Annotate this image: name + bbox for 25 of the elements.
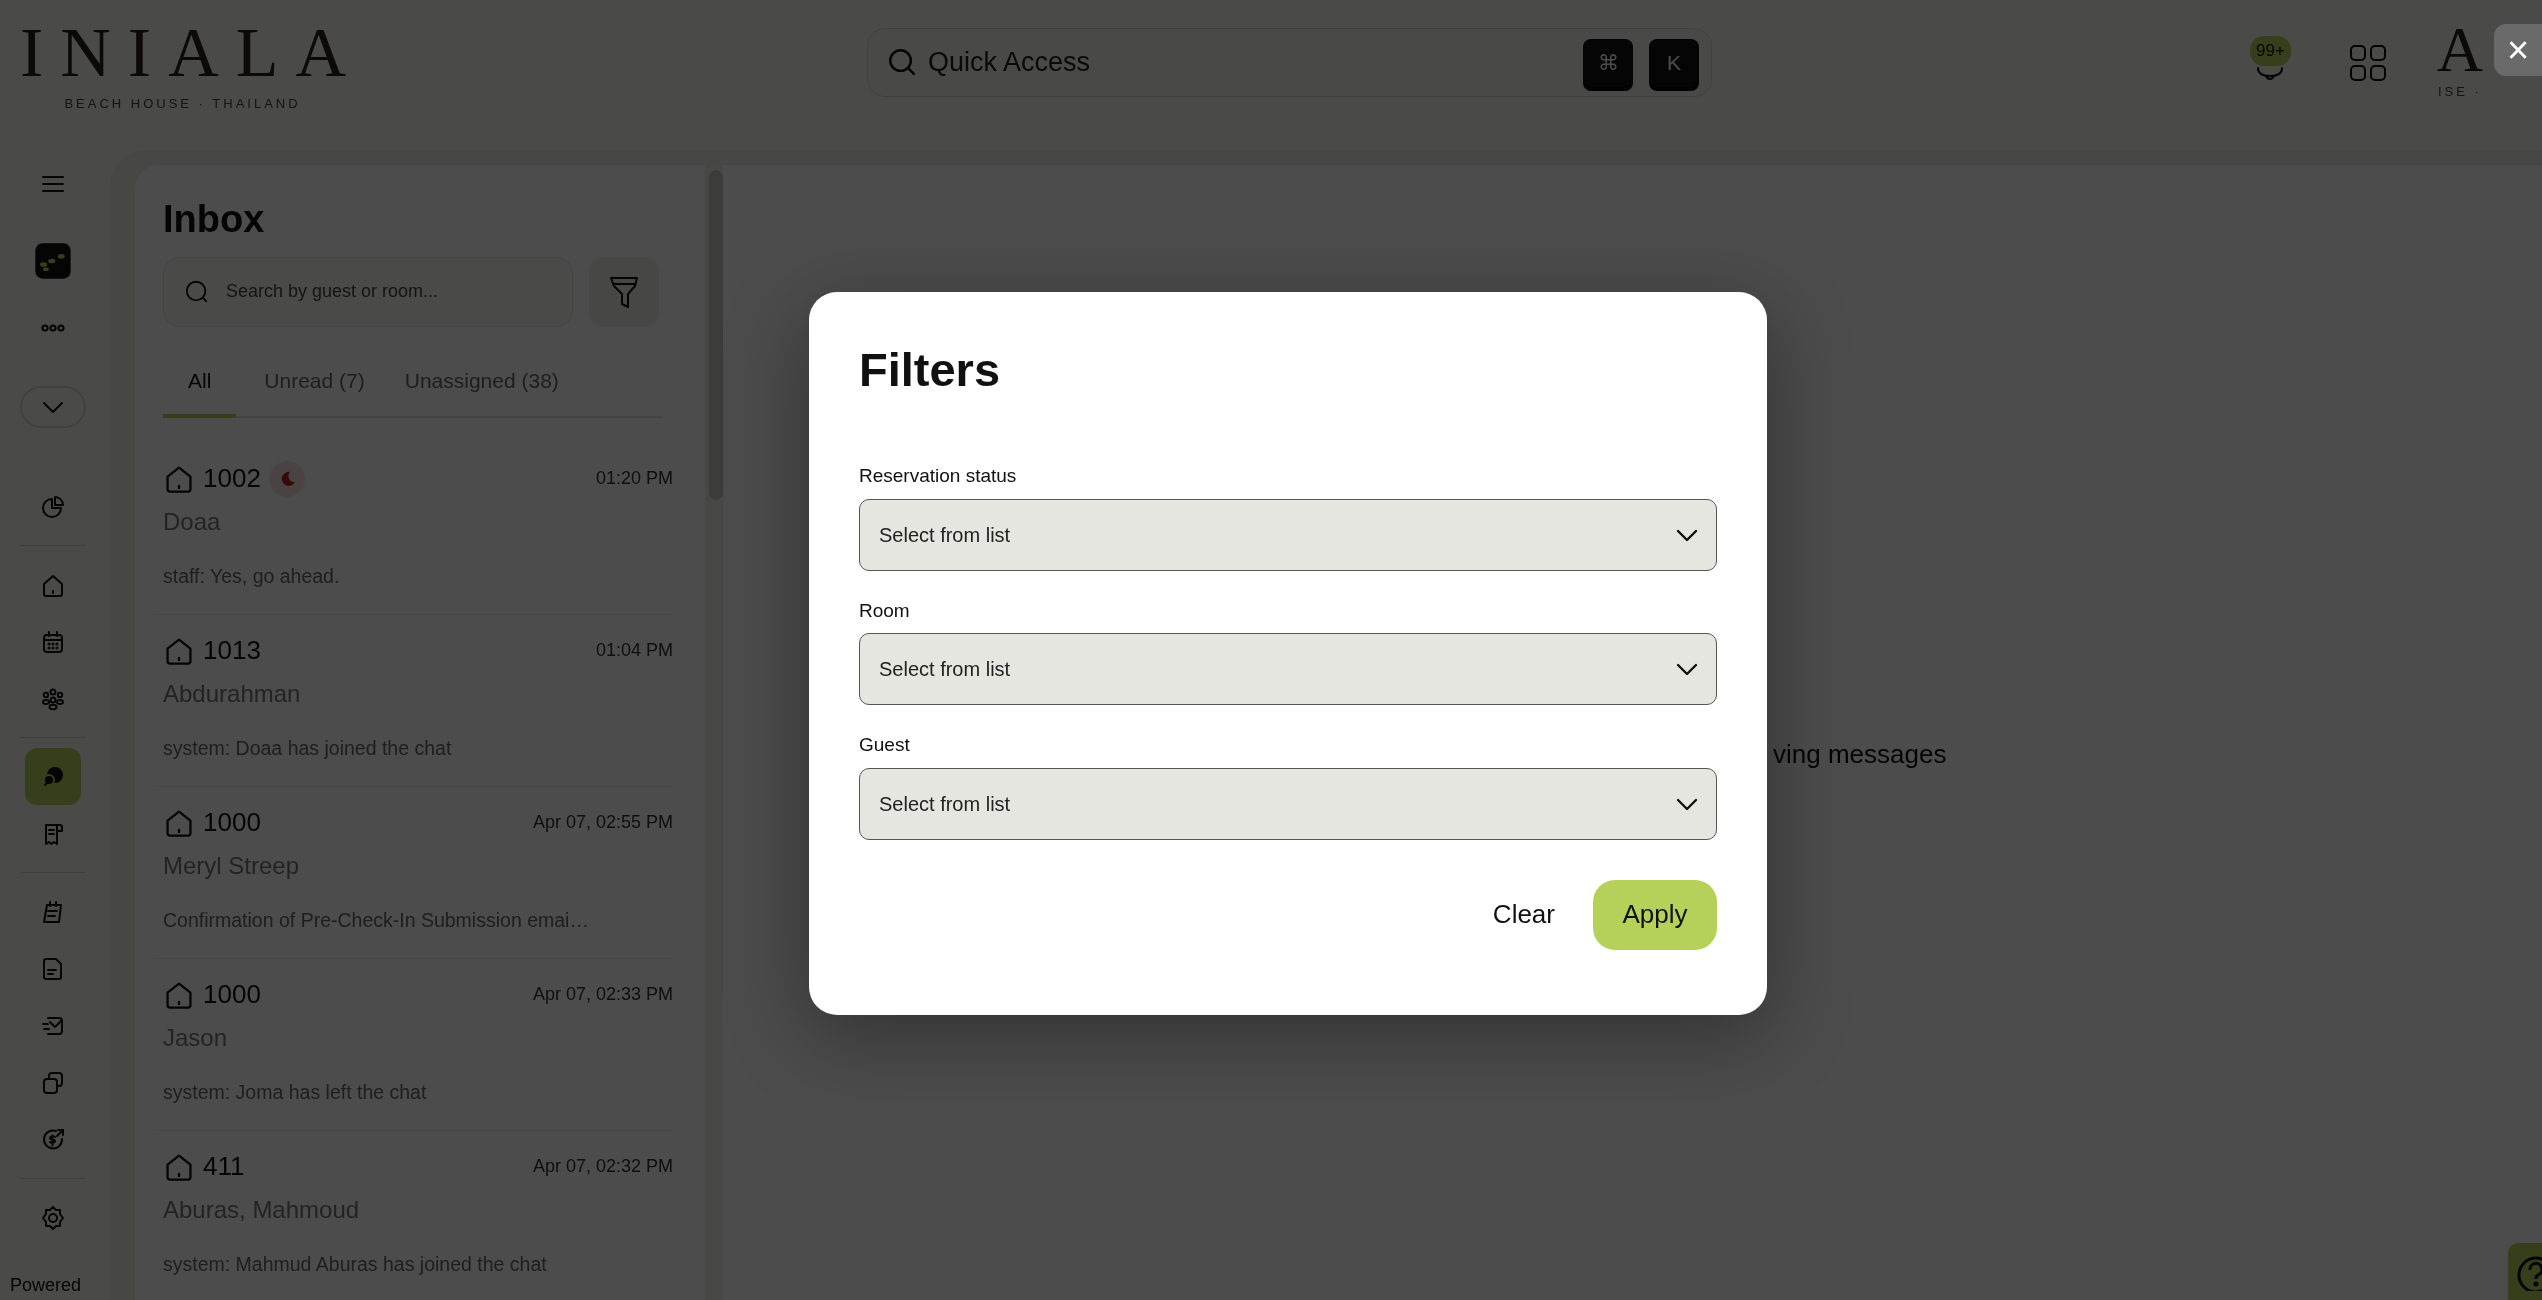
- room-number: 411: [203, 1150, 245, 1184]
- empty-state-text: ving messages: [1773, 738, 1948, 771]
- field-label: Guest: [859, 733, 911, 758]
- dialog-title: Filters: [859, 342, 1002, 398]
- message-time: 01:20 PM: [595, 467, 673, 491]
- room-number: 1002: [203, 462, 261, 496]
- select-field[interactable]: Select from list: [859, 767, 1717, 840]
- select-field[interactable]: Select from list: [859, 633, 1717, 706]
- clear-button[interactable]: Clear: [1470, 881, 1577, 949]
- message-time: Apr 07, 02:55 PM: [532, 811, 673, 835]
- field-label: Room: [859, 598, 911, 623]
- room-number: 1000: [203, 978, 261, 1012]
- partial-logo-letter: A: [2436, 18, 2484, 82]
- room-number: 1000: [203, 806, 261, 840]
- field-label: Reservation status: [859, 464, 1018, 489]
- powered-by-text: Powered: [10, 1274, 82, 1297]
- message-time: Apr 07, 02:33 PM: [532, 983, 673, 1007]
- apply-button[interactable]: Apply: [1593, 879, 1717, 950]
- message-time: 01:04 PM: [595, 639, 673, 663]
- message-time: Apr 07, 02:32 PM: [532, 1155, 673, 1179]
- room-number: 1013: [203, 634, 261, 668]
- close-button[interactable]: ×: [2494, 24, 2542, 76]
- inbox-title: Inbox: [163, 197, 266, 242]
- select-field[interactable]: Select from list: [859, 498, 1717, 571]
- logo-wordmark: INIALA: [20, 18, 364, 88]
